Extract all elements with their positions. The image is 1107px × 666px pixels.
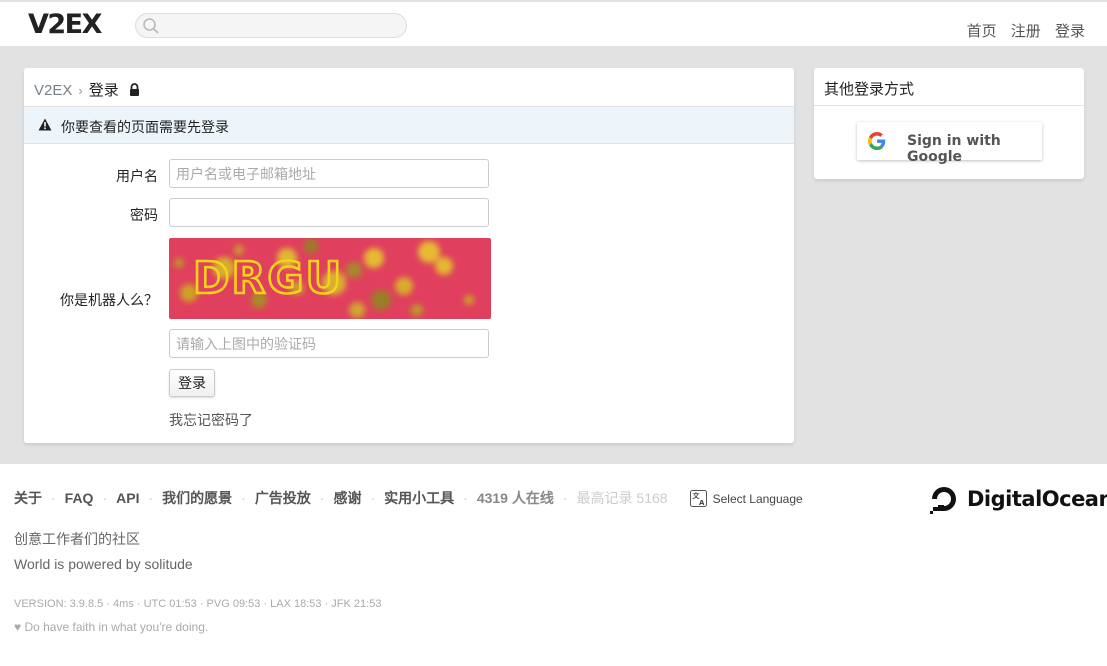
footer-links: 关于 · FAQ · API · 我们的愿景 · 广告投放 · 感谢 · 实用小工具 · 4319 人在线 ·… [14,488,803,508]
online-count: 4319 人在线 [476,490,554,506]
content-wrapper: V2EX › 登录 你要查看的页面需要先登录 用户名 密码 你是机器人么？ [0,47,1107,464]
login-box: V2EX › 登录 你要查看的页面需要先登录 用户名 密码 你是机器人么？ [24,68,794,443]
username-label: 用户名 [116,168,158,184]
footer-separator: · [562,490,568,506]
other-login-title: 其他登录方式 [814,68,1084,106]
nav-register-link[interactable]: 注册 [1011,23,1041,40]
footer-separator: · [102,490,108,506]
footer-separator: · [319,490,325,506]
footer-link-faq[interactable]: FAQ [65,490,94,506]
username-input[interactable] [169,159,489,188]
login-button[interactable]: 登录 [169,369,215,397]
translate-icon[interactable]: 文 A [689,490,707,507]
captcha-input[interactable] [169,329,489,358]
search-input[interactable] [164,16,404,37]
footer: 关于 · FAQ · API · 我们的愿景 · 广告投放 · 感谢 · 实用小工具 · 4319 人在线 ·… [0,464,1107,666]
site-logo[interactable]: V2EX [28,9,102,40]
password-input[interactable] [169,198,489,227]
footer-link-api[interactable]: API [116,490,139,506]
search-box[interactable] [135,13,407,38]
top-nav: 首页 注册 登录 [957,20,1085,41]
breadcrumb-home-link[interactable]: V2EX [34,82,72,99]
footer-link-ads[interactable]: 广告投放 [255,490,311,506]
footer-separator: · [370,490,376,506]
login-required-notice: 你要查看的页面需要先登录 [24,106,794,144]
svg-text:A: A [699,499,705,507]
footer-separator: · [241,490,246,506]
nav-home-link[interactable]: 首页 [967,23,997,40]
footer-link-tools[interactable]: 实用小工具 [384,490,454,506]
footer-separator: · [51,490,56,506]
footer-slogan: 创意工作者们的社区 [14,531,140,547]
footer-separator: · [463,490,468,506]
footer-tagline: World is powered by solitude [14,556,193,572]
breadcrumb: V2EX › 登录 [34,79,140,100]
nav-login-link[interactable]: 登录 [1055,23,1085,40]
digitalocean-logo-icon[interactable] [929,484,959,514]
version-info: VERSION: 3.9.8.5 · 4ms · UTC 01:53 · PVG… [14,598,382,610]
footer-link-vision[interactable]: 我们的愿景 [162,490,232,506]
password-label: 密码 [130,207,158,223]
google-icon [868,132,886,150]
breadcrumb-separator: › [78,83,83,98]
captcha-image[interactable]: DRGU [169,238,491,319]
other-login-box: 其他登录方式 Sign in with Google [814,68,1084,179]
search-icon [143,18,159,34]
footer-faith: ♥ Do have faith in what you're doing. [14,620,209,634]
warning-icon [38,118,52,131]
lock-icon [129,83,139,96]
select-language[interactable]: Select Language [713,492,803,506]
footer-link-about[interactable]: 关于 [14,490,42,506]
notice-text: 你要查看的页面需要先登录 [61,119,229,135]
google-signin-button[interactable]: Sign in with Google [857,122,1042,165]
captcha-label: 你是机器人么？ [60,292,158,308]
footer-link-thanks[interactable]: 感谢 [333,490,361,506]
record-count: 最高记录 5168 [576,490,668,506]
forgot-password-link[interactable]: 我忘记密码了 [169,410,253,430]
captcha-text: DRGU [193,253,343,304]
digitalocean-logo-text[interactable]: DigitalOcean [967,487,1107,511]
captcha-graphic: DRGU [169,238,491,319]
footer-separator: · [148,490,154,506]
top-bar: V2EX 首页 注册 登录 [0,0,1107,47]
breadcrumb-current: 登录 [88,82,119,99]
google-signin-label: Sign in with Google [907,133,1001,165]
